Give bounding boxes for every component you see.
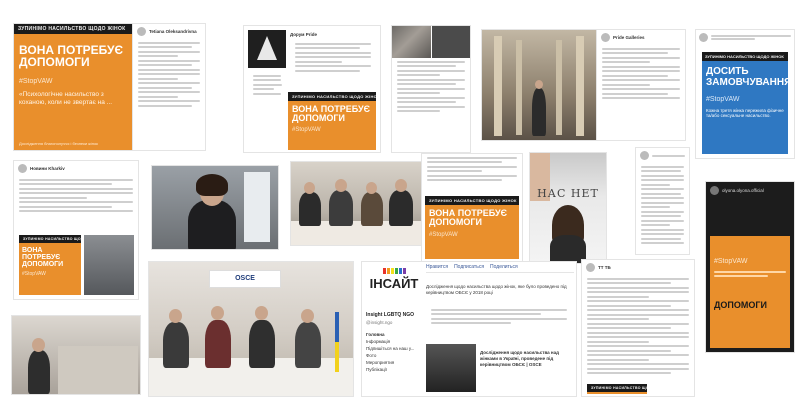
blue-hashtag: #StopVAW — [706, 96, 740, 103]
pride-logo — [248, 30, 286, 68]
post-username: Pride Galleries — [613, 35, 645, 40]
campaign-hashtag: #StopVAW — [714, 258, 748, 265]
menu-photos[interactable]: Фото — [366, 353, 422, 358]
osce-label: OSCE — [235, 275, 255, 282]
campaign-hashtag: #StopVAW — [22, 271, 46, 278]
campaign-banner: ЗУПИНІМО НАСИЛЬСТВО ЩОДО ЖІНОК — [19, 235, 81, 243]
campaign-banner: ЗУПИНІМО НАСИЛЬСТВО ЩОДО ЖІНОК — [587, 384, 647, 392]
follow-button[interactable]: Подписаться — [454, 264, 484, 270]
account-name: olyona.olyona.official — [722, 188, 764, 193]
menu-posts[interactable]: Публікації — [366, 367, 422, 372]
post-card-blue[interactable]: ЗУПИНІМО НАСИЛЬСТВО ЩОДО ЖІНОК ДОСИТЬ ЗА… — [696, 30, 794, 158]
share-button[interactable]: Поделиться — [490, 264, 518, 270]
user-avatar — [137, 27, 146, 36]
corridor-photo[interactable] — [482, 30, 596, 140]
insait-page[interactable]: ІНСАЙТ Insight LGBTQ NGO @insight.ngo Го… — [362, 262, 576, 396]
post-card-g[interactable] — [636, 148, 689, 254]
insait-page-name: Insight LGBTQ NGO — [366, 312, 415, 318]
user-avatar — [601, 33, 610, 42]
campaign-headline: ВОНА ПОТРЕБУЄ ДОПОМОГИ — [19, 43, 123, 70]
post-card-a[interactable]: Tetiana Oleksandrivna — [133, 24, 205, 150]
menu-subscribe[interactable]: Підпишіться на наш у... — [366, 346, 422, 351]
post-card-c[interactable] — [392, 26, 470, 152]
user-avatar — [699, 33, 708, 42]
post-username: Новини Kharkiv — [30, 166, 65, 171]
user-avatar — [710, 186, 719, 195]
menu-events[interactable]: Мероприятия — [366, 360, 422, 365]
campaign-headline: ВОНА ПОТРЕБУЄ ДОПОМОГИ — [22, 247, 64, 269]
campaign-headline: ВОНА ПОТРЕБУЄ ДОПОМОГИ — [292, 104, 370, 124]
hac-het-logo: НАС НЕТ — [537, 187, 599, 200]
post-username: Tetiana Oleksandrivna — [149, 29, 197, 34]
campaign-footer: Дослідження благополуччя і безпеки жінок — [19, 141, 98, 146]
campaign-banner: ЗУПИНІМО НАСИЛЬСТВО ЩОДО ЖІНОК — [14, 24, 132, 34]
campaign-banner: ЗУПИНІМО НАСИЛЬСТВО ЩОДО ЖІНОК — [702, 52, 788, 61]
campaign-poster-1[interactable]: ЗУПИНІМО НАСИЛЬСТВО ЩОДО ЖІНОК ВОНА ПОТР… — [14, 24, 132, 150]
campaign-banner: ЗУПИНІМО НАСИЛЬСТВО ЩОДО ЖІНОК — [425, 196, 519, 205]
campaign-hashtag: #StopVAW — [292, 127, 321, 134]
campaign-headline: ДОПОМОГИ — [714, 300, 767, 310]
post-card-f[interactable]: ЗУПИНІМО НАСИЛЬСТВО ЩОДО ЖІНОК ВОНА ПОТР… — [422, 154, 522, 262]
speaker-photo[interactable] — [152, 166, 278, 249]
post-card-d[interactable]: Pride Galleries — [597, 30, 685, 140]
conference-photo[interactable]: OSCE — [149, 262, 353, 396]
hac-het-poster[interactable]: НАС НЕТ — [530, 153, 606, 263]
user-avatar — [18, 164, 27, 173]
campaign-banner: ЗУПИНІМО НАСИЛЬСТВО ЩОДО ЖІНОК — [288, 92, 376, 101]
post-card-h[interactable]: ТТ ТБ ЗУПИНІМО НАСИЛЬСТВО ЩОДО ЖІНОК — [582, 260, 694, 396]
insait-post-title: Дослідження щодо насильства щодо жінок, … — [426, 284, 567, 295]
insait-link-title[interactable]: Дослідження щодо насильства над жінками … — [480, 350, 572, 368]
blue-headline: ДОСИТЬ ЗАМОВЧУВАННЯ — [706, 66, 792, 88]
campaign-hashtag: #StopVAW — [19, 78, 53, 86]
user-avatar — [640, 151, 649, 160]
menu-home[interactable]: Головна — [366, 332, 422, 337]
insait-handle: @insight.ngo — [366, 320, 393, 325]
blue-text: Кожна третя жінка пережила фізичне та/аб… — [706, 108, 784, 119]
campaign-hashtag: #StopVAW — [429, 232, 458, 239]
audience-photo[interactable] — [12, 316, 140, 394]
panel-photo[interactable] — [291, 162, 421, 245]
campaign-quote: «Психологічне насильство з коханою, коли… — [19, 91, 113, 106]
instagram-post[interactable]: olyona.olyona.official #StopVAW ДОПОМОГИ — [706, 182, 794, 352]
post-card-b[interactable]: Дорум Pride ЗУПИНІМО НАСИЛЬСТВО ЩОДО ЖІН… — [244, 26, 380, 152]
menu-info[interactable]: Інформація — [366, 339, 422, 344]
user-avatar — [586, 263, 595, 272]
post-username: Дорум Pride — [290, 32, 317, 37]
post-card-e[interactable]: Новини Kharkiv ЗУПИНІМО НАСИЛЬСТВО ЩОДО … — [14, 161, 138, 299]
campaign-headline: ВОНА ПОТРЕБУЄ ДОПОМОГИ — [429, 208, 507, 228]
post-username: ТТ ТБ — [598, 265, 611, 270]
like-button[interactable]: Нравится — [426, 264, 448, 270]
insait-logo: ІНСАЙТ — [369, 276, 419, 291]
